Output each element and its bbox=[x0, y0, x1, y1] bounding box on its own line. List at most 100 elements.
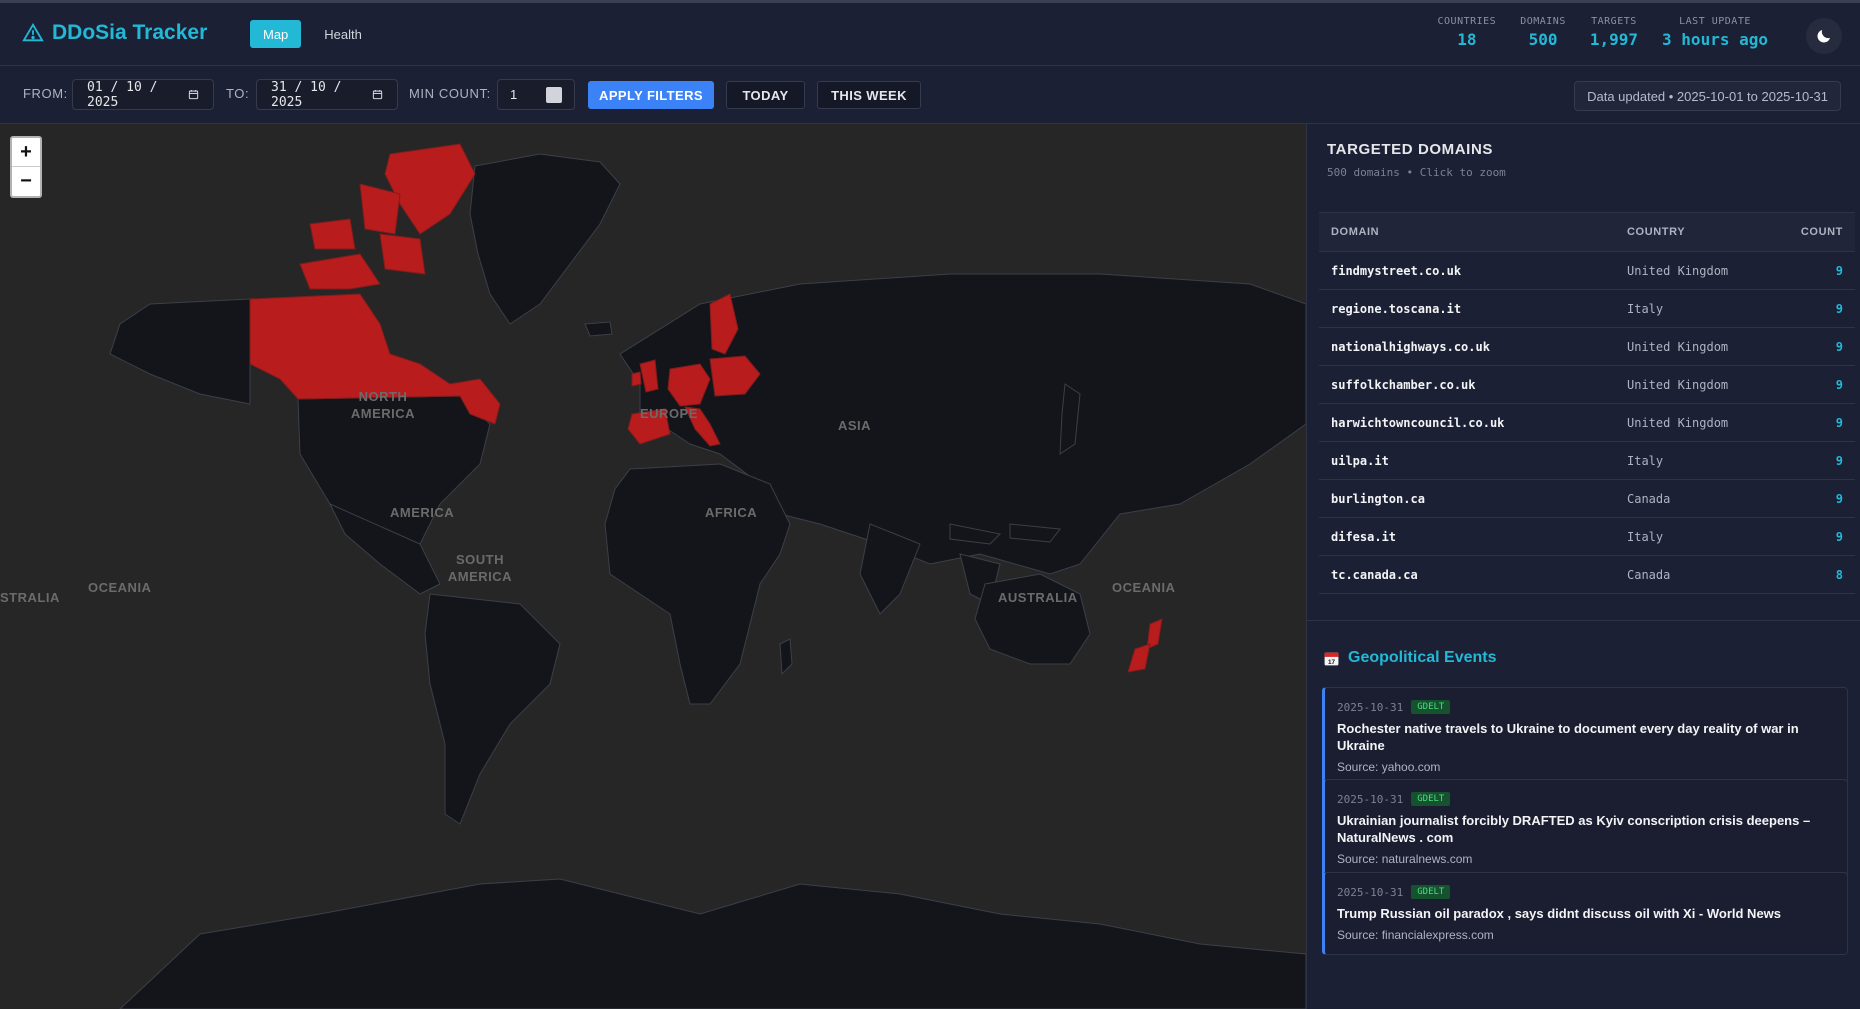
event-meta: 2025-10-31 GDELT bbox=[1337, 700, 1835, 714]
domains-panel-subtitle: 500 domains • Click to zoom bbox=[1327, 166, 1506, 179]
from-date-input[interactable]: 01 / 10 / 2025 bbox=[72, 79, 214, 110]
stat-targets: TARGETS 1,997 bbox=[1590, 16, 1638, 49]
event-source: Source: financialexpress.com bbox=[1337, 928, 1494, 942]
table-row[interactable]: uilpa.it Italy 9 bbox=[1319, 442, 1855, 480]
table-row[interactable]: harwichtowncouncil.co.uk United Kingdom 9 bbox=[1319, 404, 1855, 442]
column-header-country[interactable]: COUNTRY bbox=[1627, 226, 1777, 238]
today-button[interactable]: TODAY bbox=[726, 81, 805, 109]
zoom-in-button[interactable]: + bbox=[12, 138, 40, 167]
count-cell: 9 bbox=[1835, 377, 1843, 392]
event-title[interactable]: Ukrainian journalist forcibly DRAFTED as… bbox=[1337, 812, 1835, 846]
domain-cell: harwichtowncouncil.co.uk bbox=[1331, 415, 1505, 430]
min-count-value: 1 bbox=[510, 87, 518, 102]
this-week-button[interactable]: THIS WEEK bbox=[817, 81, 921, 109]
region-label-oceania-left: OCEANIA bbox=[88, 580, 152, 595]
apply-filters-button[interactable]: APPLY FILTERS bbox=[588, 81, 714, 109]
theme-toggle-button[interactable] bbox=[1806, 18, 1842, 54]
app-title: DDoSia Tracker bbox=[52, 21, 208, 44]
country-cell: Italy bbox=[1627, 453, 1664, 468]
event-meta: 2025-10-31 GDELT bbox=[1337, 792, 1835, 806]
region-label-america: AMERICA bbox=[390, 505, 455, 520]
event-card[interactable]: 2025-10-31 GDELT Rochester native travels … bbox=[1322, 687, 1848, 787]
table-row[interactable]: difesa.it Italy 9 bbox=[1319, 518, 1855, 556]
stat-domains: DOMAINS 500 bbox=[1520, 16, 1566, 49]
calendar-icon bbox=[372, 90, 383, 100]
country-cell: United Kingdom bbox=[1627, 339, 1729, 354]
stepper-icon[interactable] bbox=[546, 87, 562, 103]
event-date: 2025-10-31 bbox=[1337, 885, 1404, 899]
event-source: Source: naturalnews.com bbox=[1337, 852, 1473, 866]
event-title[interactable]: Trump Russian oil paradox , says didnt d… bbox=[1337, 905, 1835, 922]
domain-cell: findmystreet.co.uk bbox=[1331, 263, 1462, 278]
events-heading: 17 Geopolitical Events bbox=[1323, 649, 1496, 667]
table-row[interactable]: suffolkchamber.co.uk United Kingdom 9 bbox=[1319, 366, 1855, 404]
count-cell: 9 bbox=[1835, 453, 1843, 468]
column-header-count[interactable]: COUNT bbox=[1777, 226, 1855, 238]
tab-health[interactable]: Health bbox=[311, 20, 375, 48]
to-date-input[interactable]: 31 / 10 / 2025 bbox=[256, 79, 398, 110]
domains-panel-title: TARGETED DOMAINS bbox=[1327, 141, 1493, 158]
world-map[interactable]: + − NORTH AMERICA EUROPE ASIA AMERICA AF… bbox=[0, 124, 1306, 1009]
country-cell: Italy bbox=[1627, 301, 1664, 316]
warning-icon bbox=[22, 22, 44, 42]
map-canvas[interactable] bbox=[0, 124, 1306, 1009]
region-label-north-america: NORTH AMERICA bbox=[350, 389, 416, 421]
to-date-value: 31 / 10 / 2025 bbox=[271, 79, 342, 110]
main-nav: Map Health bbox=[250, 20, 375, 48]
table-row[interactable]: tc.canada.ca Canada 8 bbox=[1319, 556, 1855, 594]
domain-cell: difesa.it bbox=[1331, 529, 1397, 544]
region-label-asia: ASIA bbox=[838, 418, 872, 433]
region-label-australia: AUSTRALIA bbox=[998, 590, 1078, 605]
top-bar: DDoSia Tracker Map Health COUNTRIES 18 D… bbox=[0, 0, 1860, 66]
event-card[interactable]: 2025-10-31 GDELT Trump Russian oil paradox… bbox=[1322, 872, 1848, 955]
domain-cell: regione.toscana.it bbox=[1331, 301, 1462, 316]
event-source: Source: yahoo.com bbox=[1337, 760, 1441, 774]
calendar-icon: 17 bbox=[1324, 652, 1339, 665]
country-cell: United Kingdom bbox=[1627, 263, 1729, 278]
region-label-australia-left: STRALIA bbox=[0, 590, 60, 605]
from-label: FROM: bbox=[23, 86, 68, 101]
country-cell: Canada bbox=[1627, 491, 1671, 506]
domains-table: DOMAIN COUNTRY COUNT findmystreet.co.uk U… bbox=[1319, 212, 1855, 594]
domain-cell: suffolkchamber.co.uk bbox=[1331, 377, 1476, 392]
app-brand[interactable]: DDoSia Tracker bbox=[22, 21, 207, 45]
stats-summary: COUNTRIES 18 DOMAINS 500 TARGETS 1,997 L… bbox=[1438, 16, 1768, 49]
source-badge: GDELT bbox=[1411, 885, 1451, 899]
stat-value: 1,997 bbox=[1589, 30, 1639, 49]
stat-label: TARGETS bbox=[1591, 16, 1637, 27]
stat-label: LAST UPDATE bbox=[1679, 16, 1751, 27]
zoom-out-button[interactable]: − bbox=[12, 167, 40, 196]
data-updated-badge: Data updated • 2025-10-01 to 2025-10-31 bbox=[1574, 81, 1841, 111]
table-row[interactable]: regione.toscana.it Italy 9 bbox=[1319, 290, 1855, 328]
table-row[interactable]: nationalhighways.co.uk United Kingdom 9 bbox=[1319, 328, 1855, 366]
count-cell: 8 bbox=[1835, 567, 1843, 582]
table-row[interactable]: findmystreet.co.uk United Kingdom 9 bbox=[1319, 252, 1855, 290]
region-label-africa: AFRICA bbox=[705, 505, 758, 520]
table-header: DOMAIN COUNTRY COUNT bbox=[1319, 213, 1855, 252]
stat-value: 3 hours ago bbox=[1662, 30, 1768, 49]
moon-icon bbox=[1817, 30, 1830, 43]
min-count-input[interactable]: 1 bbox=[497, 79, 575, 110]
calendar-icon bbox=[188, 90, 199, 100]
geopolitical-events-section: 17 Geopolitical Events 2025-10-31 GDELT Ro… bbox=[1307, 620, 1860, 1009]
column-header-domain[interactable]: DOMAIN bbox=[1319, 226, 1627, 238]
domain-cell: burlington.ca bbox=[1331, 491, 1425, 506]
count-cell: 9 bbox=[1835, 491, 1843, 506]
to-label: TO: bbox=[226, 86, 250, 101]
country-cell: Canada bbox=[1627, 567, 1671, 582]
stat-last-update: LAST UPDATE 3 hours ago bbox=[1662, 16, 1768, 49]
table-row[interactable]: burlington.ca Canada 9 bbox=[1319, 480, 1855, 518]
events-title: Geopolitical Events bbox=[1348, 649, 1497, 666]
domain-cell: uilpa.it bbox=[1331, 453, 1389, 468]
tab-map[interactable]: Map bbox=[250, 20, 302, 48]
event-title[interactable]: Rochester native travels to Ukraine to d… bbox=[1337, 720, 1835, 754]
region-label-oceania-right: OCEANIA bbox=[1112, 580, 1176, 595]
stat-label: COUNTRIES bbox=[1437, 16, 1497, 27]
country-cell: Italy bbox=[1627, 529, 1664, 544]
event-card[interactable]: 2025-10-31 GDELT Ukrainian journalist forc… bbox=[1322, 779, 1848, 879]
country-cell: United Kingdom bbox=[1627, 415, 1729, 430]
domain-cell: tc.canada.ca bbox=[1331, 567, 1418, 582]
count-cell: 9 bbox=[1835, 529, 1843, 544]
stat-value: 500 bbox=[1528, 30, 1558, 49]
from-date-value: 01 / 10 / 2025 bbox=[87, 79, 158, 110]
